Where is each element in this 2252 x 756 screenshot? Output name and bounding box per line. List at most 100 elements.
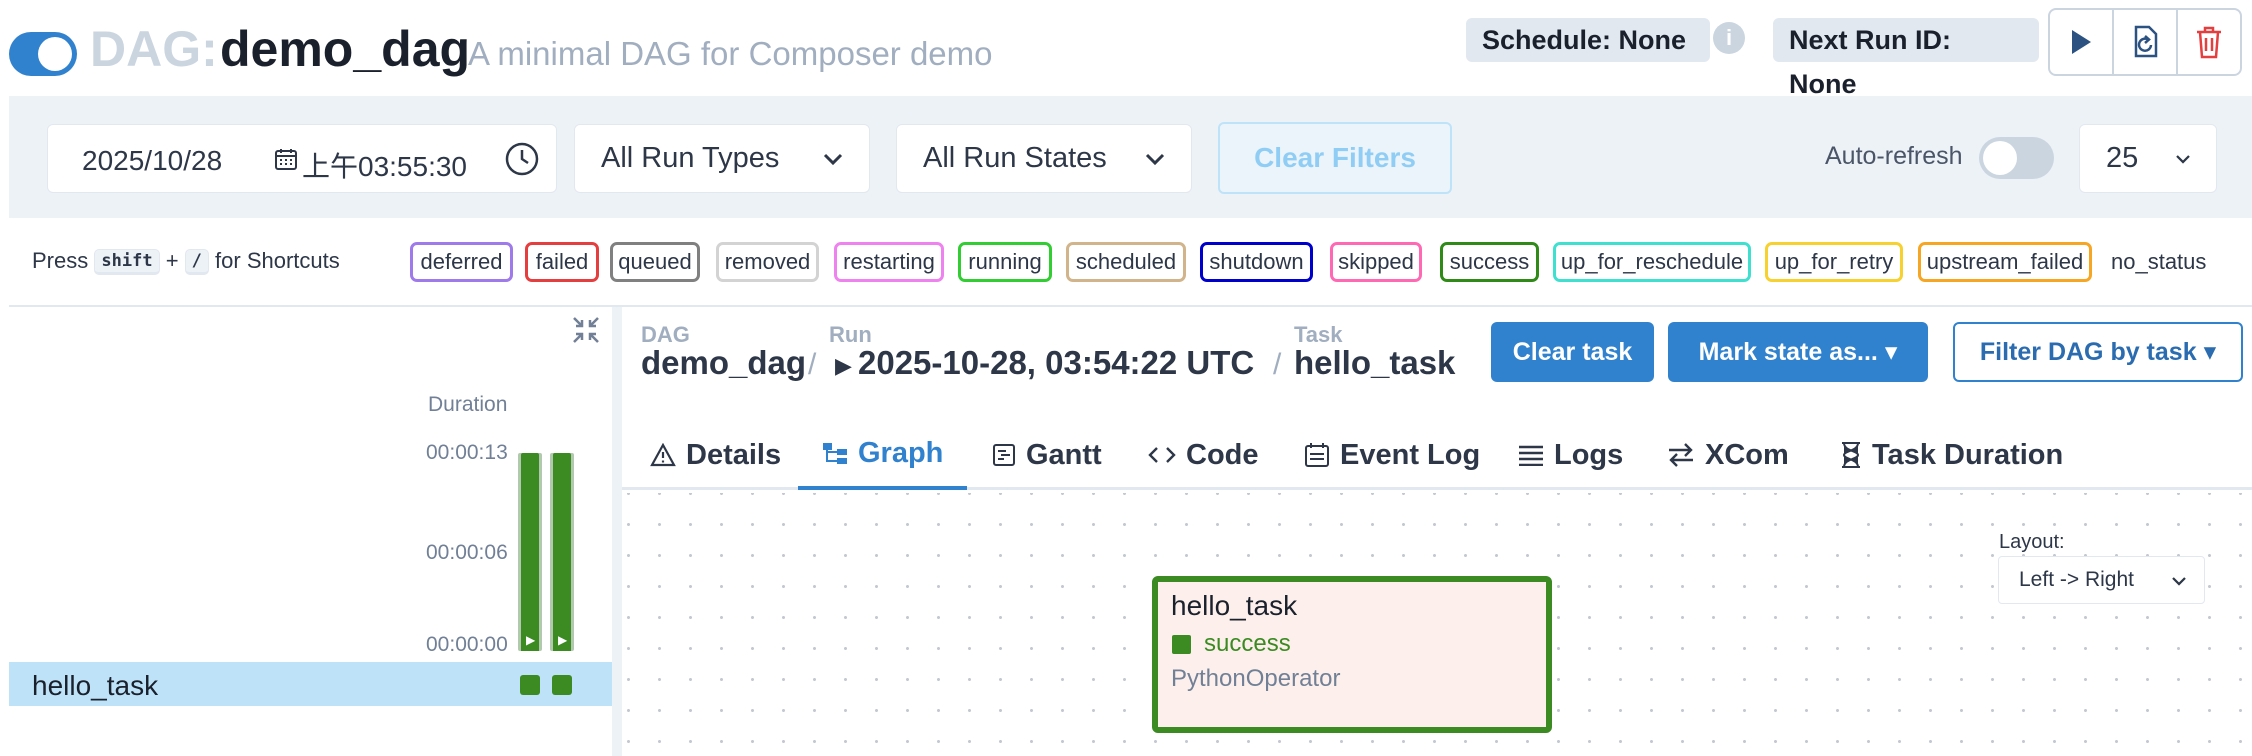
tab-graph[interactable]: Graph <box>798 420 968 490</box>
reparse-dag-button[interactable] <box>2112 10 2176 74</box>
tab-logs[interactable]: Logs <box>1518 420 1623 490</box>
calendar-icon[interactable] <box>274 147 298 171</box>
dag-run-bar[interactable]: ▶ <box>550 453 574 651</box>
state-badge-scheduled[interactable]: scheduled <box>1066 242 1186 282</box>
caret-down-icon: ▾ <box>2203 338 2217 366</box>
base-date-input[interactable]: 2025/10/28 上午03:55:30 <box>47 124 557 193</box>
logs-icon <box>1519 445 1543 466</box>
tab-label: Gantt <box>1026 438 1102 471</box>
chevron-down-icon <box>2176 155 2190 164</box>
breadcrumb-separator: / <box>808 348 817 381</box>
tab-label: Code <box>1186 438 1259 471</box>
trash-icon <box>2197 26 2221 59</box>
layout-value: Left -> Right <box>2019 568 2134 591</box>
task-row[interactable]: hello_task <box>9 662 612 706</box>
play-icon <box>2072 30 2091 54</box>
run-state-select[interactable]: All Run States <box>896 124 1192 193</box>
state-badge-up-for-reschedule[interactable]: up_for_reschedule <box>1553 242 1751 282</box>
slash-key: / <box>184 249 209 275</box>
state-badge-upstream-failed[interactable]: upstream_failed <box>1918 242 2092 282</box>
duration-title: Duration <box>428 393 508 416</box>
state-badge-failed[interactable]: failed <box>525 242 599 282</box>
collapse-icon[interactable] <box>571 315 601 345</box>
dag-action-group <box>2048 8 2242 76</box>
state-badge-up-for-retry[interactable]: up_for_retry <box>1765 242 1903 282</box>
delete-dag-button[interactable] <box>2176 10 2240 74</box>
breadcrumb-dag[interactable]: demo_dag <box>641 344 806 382</box>
node-operator: PythonOperator <box>1171 665 1341 692</box>
legend-row: Press shift + / for Shortcuts deferred fa… <box>0 236 2252 288</box>
toggle-knob <box>1983 141 2017 175</box>
mark-state-button[interactable]: Mark state as... ▾ <box>1668 322 1928 382</box>
tab-task-duration[interactable]: Task Duration <box>1840 420 2063 490</box>
tab-label: Logs <box>1554 438 1624 471</box>
auto-refresh-toggle[interactable] <box>1979 137 2054 179</box>
run-type-value: All Run Types <box>601 142 780 174</box>
dag-header: DAG: demo_dag A minimal DAG for Composer… <box>0 0 2252 99</box>
graph-icon <box>823 443 847 464</box>
shortcuts-hint: Press shift + / for Shortcuts <box>32 248 340 275</box>
run-type-select[interactable]: All Run Types <box>574 124 870 193</box>
schedule-badge: Schedule: None <box>1466 18 1710 62</box>
date-value: 2025/10/28 <box>82 145 223 176</box>
panel-resizer[interactable] <box>612 307 622 756</box>
state-badge-queued[interactable]: queued <box>610 242 700 282</box>
filter-dag-by-task-button[interactable]: Filter DAG by task ▾ <box>1953 322 2243 382</box>
dag-description: A minimal DAG for Composer demo <box>468 35 993 72</box>
layout-select[interactable]: Left -> Right <box>1998 556 2205 604</box>
caret-down-icon: ▾ <box>1884 338 1898 366</box>
state-badge-skipped[interactable]: skipped <box>1330 242 1422 282</box>
run-state-value: All Run States <box>923 142 1107 174</box>
task-node[interactable]: hello_task success PythonOperator <box>1152 576 1552 733</box>
state-badge-no-status[interactable]: no_status <box>2111 249 2206 275</box>
num-runs-value: 25 <box>2106 142 2139 174</box>
state-badge-running[interactable]: running <box>958 242 1052 282</box>
play-icon: ▶ <box>526 633 536 647</box>
next-run-badge: Next Run ID: None <box>1773 18 2039 99</box>
breadcrumb-separator: / <box>1273 348 1282 381</box>
toggle-knob <box>38 37 72 71</box>
play-icon: ▶ <box>835 353 852 378</box>
state-badge-success[interactable]: success <box>1440 242 1539 282</box>
clear-task-button[interactable]: Clear task <box>1491 322 1654 382</box>
shift-key: shift <box>94 249 160 275</box>
time-value: 上午03:55:30 <box>302 151 467 182</box>
event-log-icon <box>1305 443 1329 467</box>
press-text: Press <box>32 248 89 273</box>
info-icon[interactable]: i <box>1713 22 1745 54</box>
code-icon <box>1148 447 1176 463</box>
trigger-dag-button[interactable] <box>2050 10 2112 74</box>
task-instance-square[interactable] <box>520 675 540 695</box>
num-runs-select[interactable]: 25 <box>2079 124 2217 193</box>
tab-xcom[interactable]: XCom <box>1667 420 1789 490</box>
tab-label: Task Duration <box>1872 438 2064 471</box>
hourglass-icon <box>1842 442 1860 468</box>
duration-tick: 00:00:13 <box>426 441 508 464</box>
tab-label: Graph <box>858 436 944 469</box>
dag-pause-toggle[interactable] <box>9 32 77 76</box>
tab-gantt[interactable]: Gantt <box>992 420 1102 490</box>
tab-details[interactable]: Details <box>650 420 781 490</box>
state-badge-restarting[interactable]: restarting <box>834 242 944 282</box>
tab-label: Event Log <box>1340 438 1481 471</box>
tab-event-log[interactable]: Event Log <box>1304 420 1480 490</box>
xcom-icon <box>1669 443 1693 467</box>
tab-code[interactable]: Code <box>1148 420 1259 490</box>
duration-bar: ▶ <box>553 453 571 651</box>
shortcuts-suffix: for Shortcuts <box>215 248 340 273</box>
tab-label: Details <box>686 438 782 471</box>
breadcrumb-task[interactable]: hello_task <box>1294 344 1455 382</box>
clock-icon[interactable] <box>504 141 540 177</box>
clear-filters-button[interactable]: Clear Filters <box>1218 122 1452 194</box>
details-tabs: Details Graph Gantt Code Event Log Logs … <box>622 420 2252 490</box>
node-task-name: hello_task <box>1171 590 1298 621</box>
state-badge-deferred[interactable]: deferred <box>410 242 513 282</box>
task-instance-square[interactable] <box>552 675 572 695</box>
dag-title: demo_dag <box>220 21 471 77</box>
dag-run-bar[interactable]: ▶ <box>518 453 542 651</box>
breadcrumb-run[interactable]: 2025-10-28, 03:54:22 UTC <box>858 344 1254 382</box>
duration-bar: ▶ <box>521 453 539 651</box>
mark-state-label: Mark state as... <box>1698 338 1878 366</box>
state-badge-removed[interactable]: removed <box>716 242 819 282</box>
state-badge-shutdown[interactable]: shutdown <box>1200 242 1313 282</box>
